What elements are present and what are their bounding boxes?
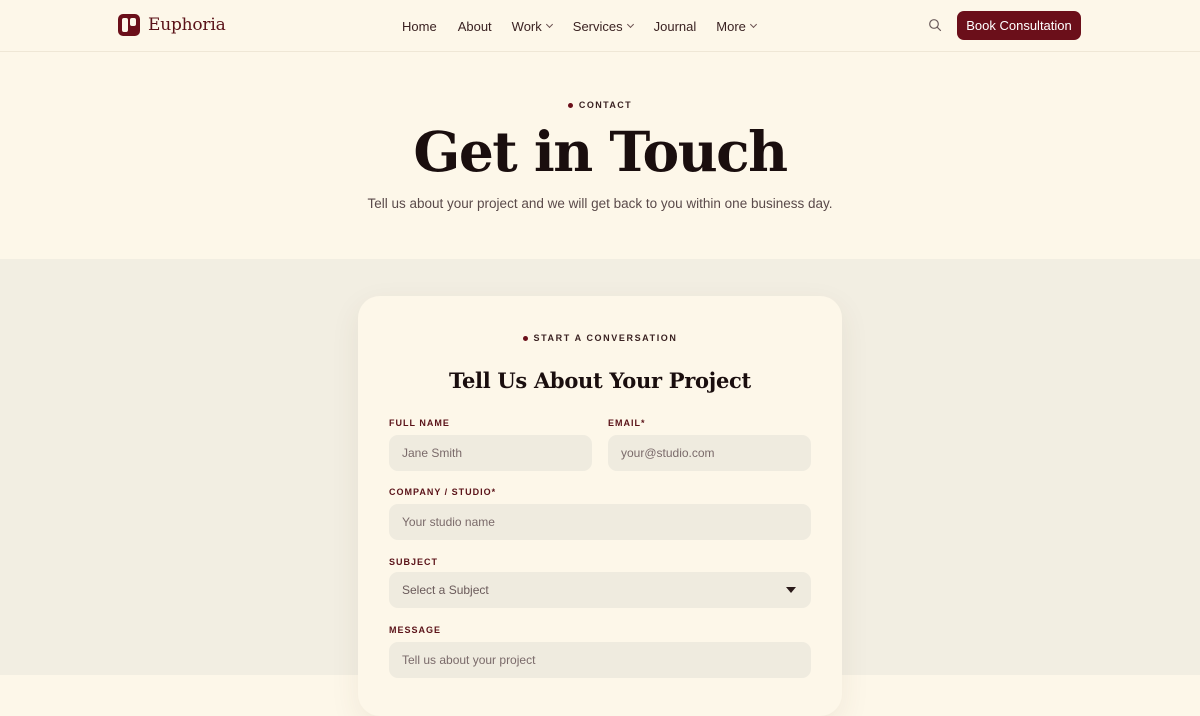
chevron-down-icon	[749, 20, 757, 29]
hero-subtitle: Tell us about your project and we will g…	[367, 196, 833, 211]
company-label: COMPANY / STUDIO*	[389, 487, 497, 497]
chevron-down-icon	[545, 20, 553, 29]
search-button[interactable]	[928, 18, 942, 32]
nav-item-about[interactable]: About	[458, 19, 492, 34]
bullet-dot-icon	[567, 102, 573, 108]
hero-eyebrow-label: CONTACT	[578, 100, 633, 110]
message-label: MESSAGE	[389, 625, 442, 635]
nav-item-journal[interactable]: Journal	[654, 19, 697, 34]
hero-section: CONTACT Get in Touch Tell us about your …	[0, 52, 1200, 259]
brand-logo[interactable]: Euphoria	[118, 12, 226, 38]
email-label: EMAIL*	[608, 418, 646, 428]
chevron-down-icon	[626, 20, 634, 29]
logo-mark-icon	[118, 14, 140, 36]
subject-selected-value: Select a Subject	[402, 583, 489, 597]
page-title: Get in Touch	[413, 119, 788, 184]
form-eyebrow: START A CONVERSATION	[358, 333, 842, 343]
site-header: Euphoria Home About Work Services Journa…	[0, 0, 1200, 52]
subject-select[interactable]: Select a Subject	[389, 572, 811, 608]
brand-name: Euphoria	[148, 15, 226, 35]
nav-item-label: Services	[572, 18, 623, 34]
hero-eyebrow: CONTACT	[0, 100, 1200, 110]
nav-item-label: Journal	[653, 18, 697, 34]
nav-item-label: About	[457, 18, 492, 34]
contact-form-card: START A CONVERSATION Tell Us About Your …	[358, 296, 842, 716]
book-consultation-button[interactable]: Book Consultation	[957, 11, 1081, 40]
subject-label: SUBJECT	[389, 557, 439, 567]
nav-item-label: Work	[511, 18, 542, 34]
nav-item-more[interactable]: More	[716, 18, 757, 34]
main-nav: Home About Work Services Journal More	[402, 16, 757, 36]
nav-item-home[interactable]: Home	[402, 19, 437, 34]
nav-item-label: Home	[402, 18, 437, 34]
form-eyebrow-label: START A CONVERSATION	[533, 333, 678, 343]
caret-down-icon	[786, 587, 796, 593]
nav-item-work[interactable]: Work	[511, 18, 553, 34]
bullet-dot-icon	[522, 335, 528, 341]
nav-item-services[interactable]: Services	[572, 18, 634, 34]
email-input[interactable]	[608, 435, 811, 471]
full-name-label: FULL NAME	[389, 418, 450, 428]
search-icon	[929, 19, 942, 32]
full-name-input[interactable]	[389, 435, 592, 471]
nav-item-label: More	[716, 18, 746, 34]
company-input[interactable]	[389, 504, 811, 540]
contact-form-section: START A CONVERSATION Tell Us About Your …	[0, 259, 1200, 716]
form-title: Tell Us About Your Project	[449, 368, 751, 393]
message-textarea[interactable]	[389, 642, 811, 678]
